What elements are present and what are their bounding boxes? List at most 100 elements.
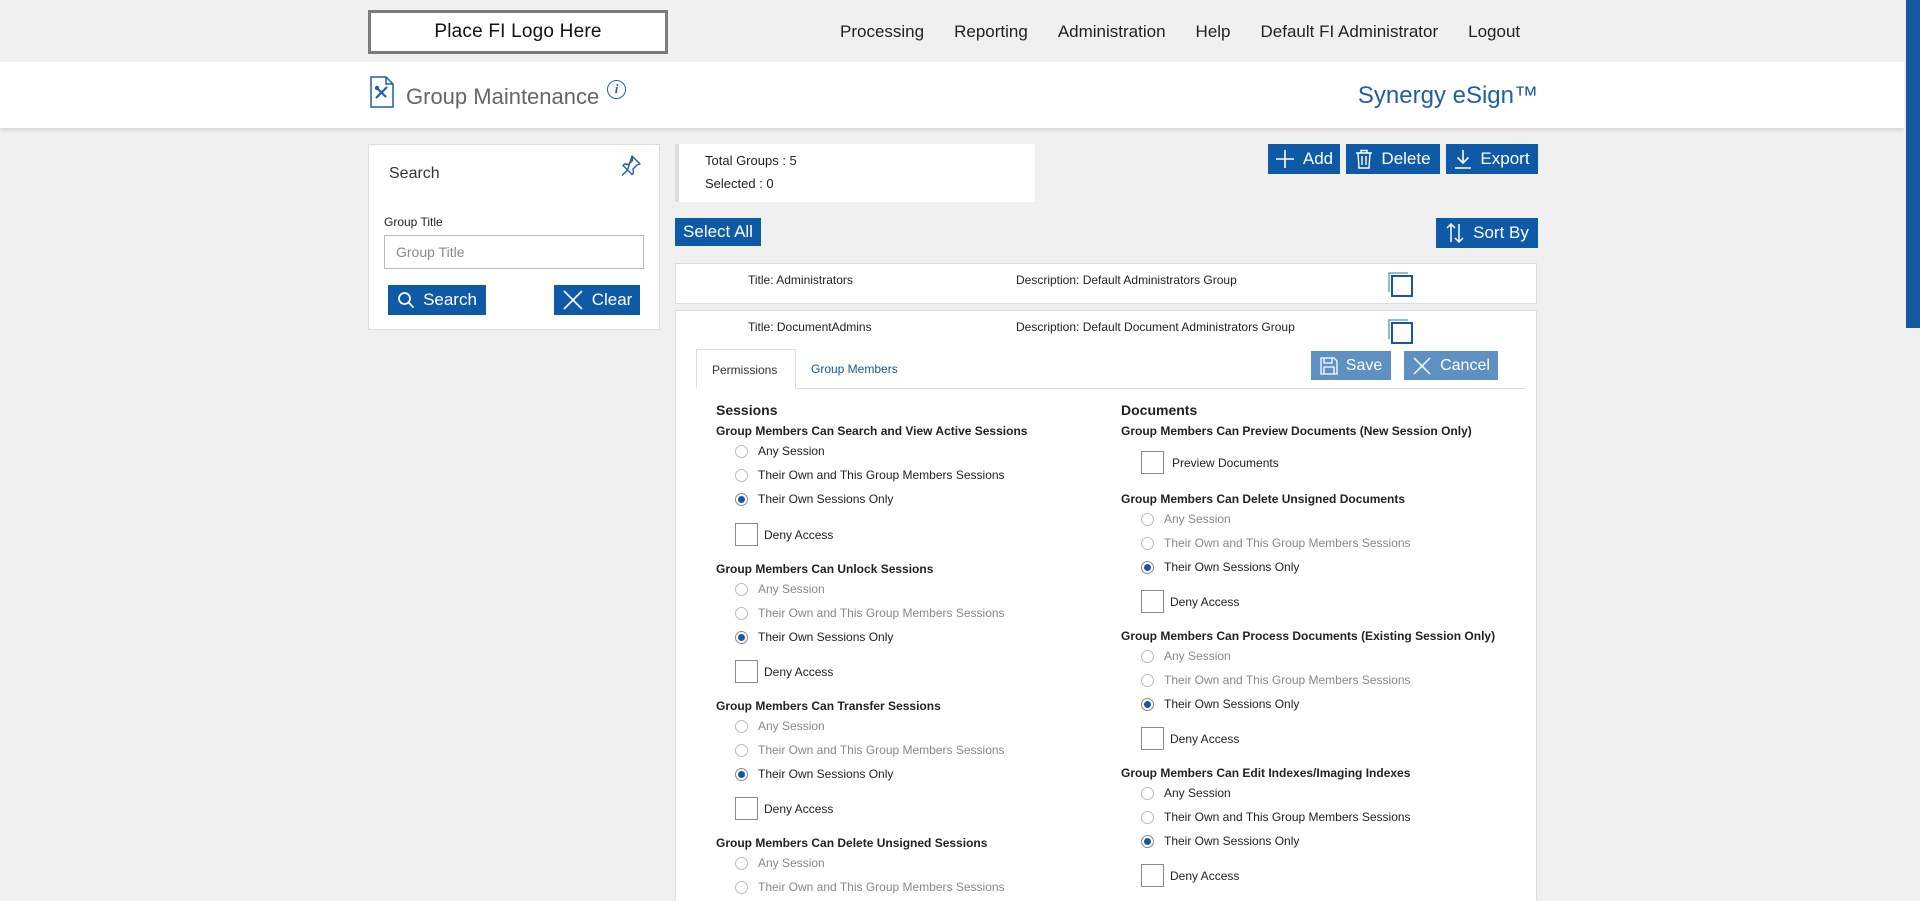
info-icon[interactable]: i [607,80,626,99]
group-title-label: Group Title [384,215,443,229]
tab-permissions[interactable]: Permissions [696,349,796,389]
nav-administration[interactable]: Administration [1058,22,1166,42]
radio-button[interactable] [1141,786,1154,800]
radio-button[interactable] [1141,649,1154,663]
sort-by-button[interactable]: Sort By [1436,218,1538,248]
radio-button[interactable] [735,468,748,482]
delete-button[interactable]: Delete [1346,144,1440,174]
option-own-sessions-only[interactable]: Their Own Sessions Only [1141,560,1299,574]
cancel-button-label: Cancel [1440,356,1490,374]
group-title: Title: Administrators [748,273,853,287]
radio-button[interactable] [1141,810,1154,824]
preview-documents-checkbox[interactable] [1141,451,1164,474]
selected-count: Selected : 0 [705,176,774,191]
search-panel: Search Group Title Search Clear [368,144,660,330]
option-own-sessions-only[interactable]: Their Own Sessions Only [735,492,893,506]
option-any-session[interactable]: Any Session [735,444,825,458]
option-label: Their Own and This Group Members Session… [1164,536,1411,550]
radio-button[interactable] [735,582,748,596]
option-label: Their Own and This Group Members Session… [758,743,1005,757]
option-any-session[interactable]: Any Session [735,856,825,870]
deny-access-checkbox[interactable] [1141,590,1164,613]
option-label: Their Own and This Group Members Session… [1164,810,1411,824]
page-header: Group Maintenance i Synergy eSign™ [0,62,1904,128]
radio-button-selected[interactable] [735,630,748,644]
option-own-and-group-sessions[interactable]: Their Own and This Group Members Session… [735,606,1005,620]
radio-button[interactable] [735,880,748,894]
option-any-session[interactable]: Any Session [1141,512,1231,526]
radio-button-selected[interactable] [735,492,748,506]
save-disk-icon [1320,356,1338,375]
deny-access-checkbox[interactable] [735,660,758,683]
option-any-session[interactable]: Any Session [735,582,825,596]
nav-user-menu[interactable]: Default FI Administrator [1261,22,1439,42]
radio-button[interactable] [1141,536,1154,550]
save-button[interactable]: Save [1311,351,1391,380]
deny-access-label: Deny Access [764,665,834,679]
option-any-session[interactable]: Any Session [735,719,825,733]
group-row-administrators[interactable]: Title: Administrators Description: Defau… [675,263,1537,304]
question-transfer-sessions: Group Members Can Transfer Sessions [716,699,941,713]
add-button[interactable]: Add [1268,144,1340,174]
selection-summary: Total Groups : 5 Selected : 0 [675,144,1035,202]
radio-button-selected[interactable] [1141,834,1154,848]
radio-button[interactable] [735,444,748,458]
radio-button[interactable] [735,856,748,870]
option-own-sessions-only[interactable]: Their Own Sessions Only [735,630,893,644]
option-label: Any Session [1164,512,1231,526]
fi-logo-placeholder[interactable]: Place FI Logo Here [368,10,668,54]
add-button-label: Add [1302,149,1334,168]
option-own-and-group-sessions[interactable]: Their Own and This Group Members Session… [735,880,1005,894]
select-all-label: Select All [683,222,753,241]
nav-processing[interactable]: Processing [840,22,924,42]
page-title: Group Maintenance [406,84,600,109]
radio-button-selected[interactable] [1141,697,1154,711]
option-own-and-group-sessions[interactable]: Their Own and This Group Members Session… [735,468,1005,482]
option-label: Any Session [758,582,825,596]
option-own-and-group-sessions[interactable]: Their Own and This Group Members Session… [735,743,1005,757]
tab-group-members[interactable]: Group Members [796,349,913,389]
nav-reporting[interactable]: Reporting [954,22,1028,42]
radio-button[interactable] [735,606,748,620]
export-button-label: Export [1480,149,1530,168]
cancel-button[interactable]: Cancel [1404,351,1498,380]
nav-help[interactable]: Help [1196,22,1231,42]
group-title: Title: DocumentAdmins [748,320,872,334]
documents-section-title: Documents [1121,402,1198,418]
option-own-sessions-only[interactable]: Their Own Sessions Only [1141,834,1299,848]
option-any-session[interactable]: Any Session [1141,649,1231,663]
group-select-checkbox[interactable] [1388,272,1414,298]
export-button[interactable]: Export [1446,144,1538,174]
brand-name: Synergy eSign™ [1357,82,1538,109]
deny-access-checkbox[interactable] [735,797,758,820]
plus-icon [1275,150,1294,168]
radio-button-selected[interactable] [735,767,748,781]
radio-button[interactable] [1141,512,1154,526]
radio-button[interactable] [735,719,748,733]
radio-button[interactable] [1141,673,1154,687]
page-scrollbar-thumb[interactable] [1906,0,1920,328]
option-label: Their Own and This Group Members Session… [758,880,1005,894]
deny-access-checkbox[interactable] [1141,864,1164,887]
option-own-sessions-only[interactable]: Their Own Sessions Only [1141,697,1299,711]
deny-access-checkbox[interactable] [1141,727,1164,750]
search-button[interactable]: Search [388,285,486,315]
deny-access-checkbox[interactable] [735,523,758,546]
group-title-input[interactable] [384,235,644,269]
nav-logout[interactable]: Logout [1468,22,1520,42]
option-own-and-group-sessions[interactable]: Their Own and This Group Members Session… [1141,673,1411,687]
pin-icon[interactable] [617,153,643,179]
option-any-session[interactable]: Any Session [1141,786,1231,800]
group-select-checkbox[interactable] [1388,319,1414,345]
radio-button[interactable] [735,743,748,757]
clear-button[interactable]: Clear [554,285,640,315]
option-own-and-group-sessions[interactable]: Their Own and This Group Members Session… [1141,536,1411,550]
delete-button-label: Delete [1381,149,1431,168]
option-own-sessions-only[interactable]: Their Own Sessions Only [735,767,893,781]
select-all-button[interactable]: Select All [675,218,761,246]
option-own-and-group-sessions[interactable]: Their Own and This Group Members Session… [1141,810,1411,824]
editor-tabs: Permissions Group Members [696,349,1526,389]
option-label: Their Own Sessions Only [758,767,894,781]
radio-button-selected[interactable] [1141,560,1154,574]
preview-documents-label: Preview Documents [1172,456,1279,470]
